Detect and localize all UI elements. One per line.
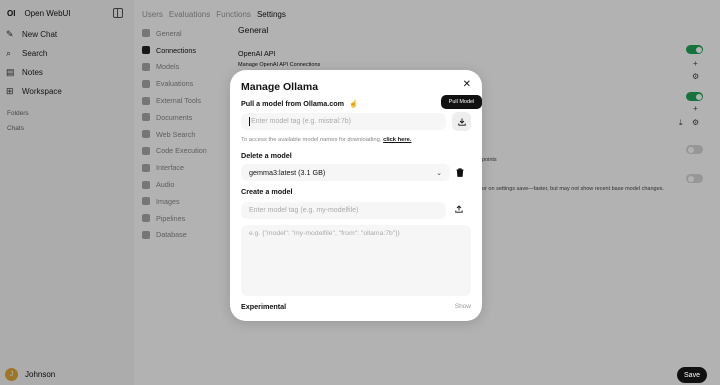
create-model-label: Create a model bbox=[241, 187, 293, 196]
pull-model-button[interactable] bbox=[452, 112, 471, 131]
create-model-placeholder: Enter model tag (e.g. my-modelfile) bbox=[249, 207, 359, 214]
create-model-button[interactable] bbox=[455, 205, 463, 215]
selected-model: gemma3:latest (3.1 GB) bbox=[249, 168, 326, 177]
pull-model-placeholder: Enter model tag (e.g. mistral:7b) bbox=[251, 118, 351, 125]
modelfile-textarea[interactable]: e.g. {"model": "my-modelfile", "from": "… bbox=[241, 225, 471, 296]
show-experimental-button[interactable]: Show bbox=[455, 303, 471, 310]
save-button[interactable]: Save bbox=[677, 367, 707, 383]
upload-icon bbox=[455, 205, 463, 213]
trash-icon bbox=[456, 168, 464, 177]
pull-model-label-text: Pull a model from Ollama.com bbox=[241, 99, 345, 108]
delete-model-label: Delete a model bbox=[241, 151, 292, 160]
create-model-input[interactable]: Enter model tag (e.g. my-modelfile) bbox=[241, 202, 446, 219]
modal-title: Manage Ollama bbox=[241, 81, 319, 93]
click-here-link[interactable]: click here. bbox=[383, 137, 411, 143]
hint-text: To access the available model names for … bbox=[241, 137, 384, 143]
model-names-hint: To access the available model names for … bbox=[241, 137, 411, 143]
pull-model-label: Pull a model from Ollama.com ☝ bbox=[241, 99, 358, 108]
pull-model-tooltip: Pull Model bbox=[441, 95, 482, 109]
text-cursor bbox=[249, 117, 250, 126]
download-icon bbox=[457, 118, 466, 126]
experimental-label: Experimental bbox=[241, 302, 287, 311]
chevron-down-icon: ⌄ bbox=[436, 169, 442, 177]
delete-model-button[interactable] bbox=[456, 168, 464, 179]
hand-pointer-icon: ☝ bbox=[349, 99, 358, 108]
modelfile-placeholder: e.g. {"model": "my-modelfile", "from": "… bbox=[249, 230, 400, 237]
close-icon[interactable]: ✕ bbox=[463, 80, 471, 90]
delete-model-select[interactable]: gemma3:latest (3.1 GB) ⌄ bbox=[241, 164, 450, 181]
pull-model-input[interactable]: Enter model tag (e.g. mistral:7b) bbox=[241, 113, 446, 130]
